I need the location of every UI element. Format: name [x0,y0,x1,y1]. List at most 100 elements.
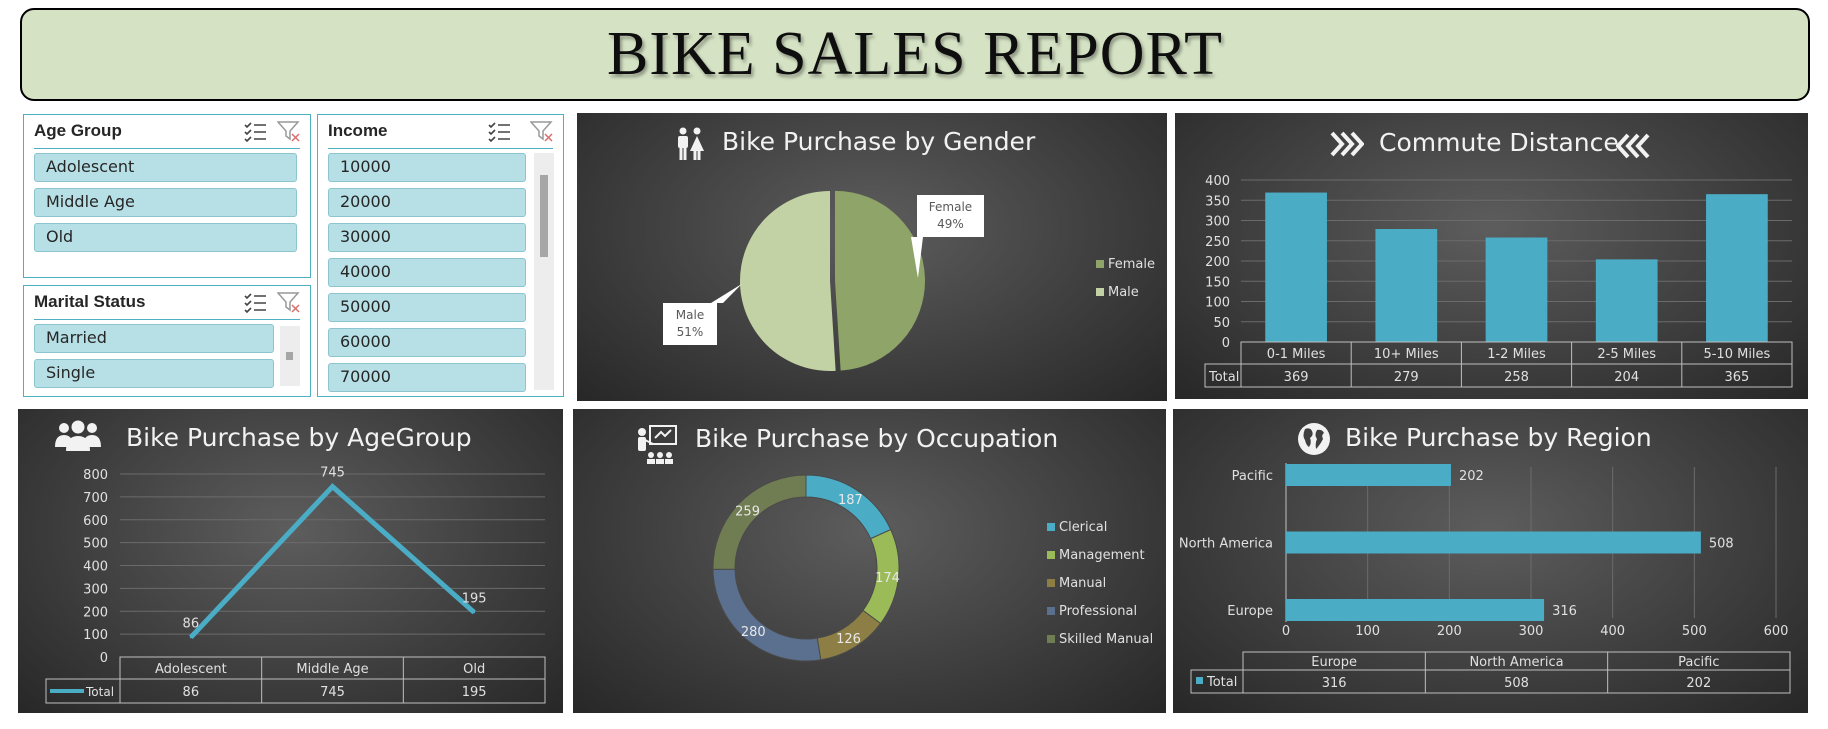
y-tick-label: 300 [83,582,108,597]
gender-pie-chart: Female 49% Male 51% Female Male [663,190,1155,371]
slicer-item-middle-age[interactable]: Middle Age [34,188,297,217]
donut-slice-professional [712,568,822,662]
data-table-series-label: Total [1208,370,1239,385]
data-label: 86 [183,616,200,631]
bar-2-5-miles [1595,259,1658,342]
data-label: Male [676,308,704,322]
y-tick-label: 50 [1213,316,1230,331]
data-point [189,636,192,639]
slicer-scrollbar[interactable] [534,153,554,390]
data-table-value: 279 [1394,370,1419,385]
agegroup-line-chart: 0 100 200 300 400 500 600 700 800 86 745 195 Adolesc… [45,466,546,704]
category-label: Adolescent [155,662,227,677]
legend-swatch [1047,551,1055,559]
y-tick-label: 200 [1205,255,1230,270]
data-table-header: North America [1469,655,1563,670]
data-point [331,485,334,488]
region-chart-panel: Bike Purchase by Region 0 100 200 300 400 500… [1173,409,1808,713]
slicer-item-income[interactable]: 50000 [328,293,526,322]
age-group-slicer: Age Group Adolescent Middle Age Old [23,114,311,278]
slicer-item-income[interactable]: 10000 [328,153,526,182]
scrollbar-thumb[interactable] [286,352,293,360]
y-tick-label: 350 [1205,194,1230,209]
commute-chart-panel: Commute Distance 0 50 100 150 200 250 300 350 40… [1175,113,1808,399]
slicer-item-adolescent[interactable]: Adolescent [34,153,297,182]
slicer-item-single[interactable]: Single [34,359,274,388]
slicer-item-income[interactable]: 60000 [328,328,526,357]
clear-filter-icon[interactable] [277,120,301,142]
occupation-donut-chart: 187 174 126 280 259 Clerical Management Manual P… [712,474,1153,662]
legend-swatch [1196,677,1203,684]
category-label: 1-2 Miles [1487,347,1546,362]
legend-label: Manual [1059,576,1106,591]
legend-swatch [1096,288,1104,296]
y-tick-label: 200 [83,605,108,620]
category-label: Old [463,662,485,677]
multi-select-icon[interactable] [244,291,268,313]
data-table-series-label: Total [85,685,114,699]
legend-label: Male [1108,285,1139,300]
data-table-value: 508 [1504,676,1529,691]
income-slicer: Income 10000 20000 30000 40000 50000 600… [317,114,564,397]
data-table-value: 202 [1686,676,1711,691]
y-tick-label: 300 [1205,215,1230,230]
bar-europe [1286,599,1545,621]
legend-label: Professional [1059,604,1137,619]
x-tick-label: 100 [1355,624,1380,639]
multi-select-icon[interactable] [488,120,512,142]
data-label: 174 [875,571,900,586]
data-label: 49% [937,217,964,231]
data-table-value: 195 [462,685,487,700]
data-table-value: 369 [1284,370,1309,385]
legend-swatch [1096,260,1104,268]
y-tick-label: 800 [83,468,108,483]
bar-north-america [1286,531,1701,554]
data-label: 280 [741,625,766,640]
bar-10-miles [1375,229,1438,342]
x-tick-label: 600 [1764,624,1789,639]
slicer-item-income[interactable]: 70000 [328,363,526,392]
legend-label: Skilled Manual [1059,632,1153,647]
callout-pointer [711,283,743,303]
clear-filter-icon[interactable] [530,120,554,142]
slicer-item-income[interactable]: 30000 [328,223,526,252]
scrollbar-thumb[interactable] [540,175,548,257]
income-slicer-title: Income [328,121,388,140]
marital-status-slicer-title: Marital Status [34,292,146,311]
slicer-item-income[interactable]: 40000 [328,258,526,287]
slicer-header: Marital Status [34,286,300,320]
donut-slice-skilled-manual [712,474,807,570]
bar-pacific [1286,464,1451,486]
multi-select-icon[interactable] [244,120,268,142]
bar-0-1-miles [1265,192,1327,342]
slicer-scrollbar[interactable] [280,326,300,386]
data-label: 745 [320,466,345,481]
series-line-total [189,483,476,640]
data-table-series-label: Total [1206,675,1237,690]
category-label: 10+ Miles [1374,347,1439,362]
x-tick-label: 400 [1600,624,1625,639]
slicer-header: Age Group [34,115,300,149]
slicer-header: Income [328,115,553,149]
report-title-banner: BIKE SALES REPORT [20,8,1810,101]
y-tick-label: 500 [83,537,108,552]
y-tick-label: 400 [83,560,108,575]
pie-slice-female [834,190,925,371]
y-tick-label: 100 [1205,296,1230,311]
gender-chart-panel: Bike Purchase by Gender Female 49% Male 51%… [577,113,1167,401]
slicer-item-income[interactable]: 20000 [328,188,526,217]
marital-status-slicer: Marital Status Married Single [23,285,311,397]
x-tick-label: 500 [1682,624,1707,639]
legend-swatch [1047,635,1055,643]
age-group-slicer-title: Age Group [34,121,122,140]
category-label: Europe [1227,604,1273,619]
legend-label: Management [1059,548,1145,563]
slicer-item-old[interactable]: Old [34,223,297,252]
slicer-item-married[interactable]: Married [34,324,274,353]
clear-filter-icon[interactable] [277,291,301,313]
data-table-value: 204 [1614,370,1639,385]
y-tick-label: 100 [83,628,108,643]
data-label: 126 [836,632,861,647]
y-tick-label: 0 [100,651,108,666]
legend-swatch [1047,607,1055,615]
